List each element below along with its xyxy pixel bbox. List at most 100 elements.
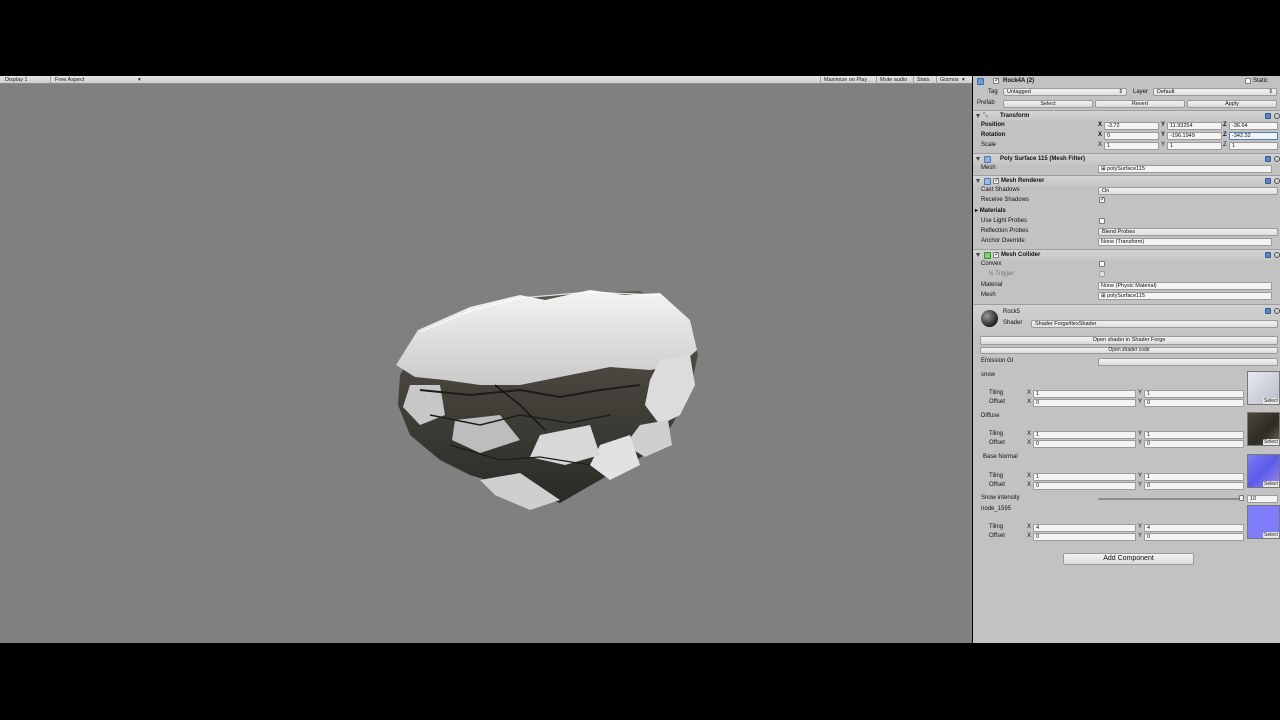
receive-shadows-checkbox[interactable]: ✓: [1099, 197, 1105, 203]
rotation-label: Rotation: [981, 132, 1006, 138]
rotation-y-field[interactable]: -196.1949: [1167, 132, 1222, 140]
snow-offset-x-field[interactable]: 0: [1033, 399, 1136, 407]
material-header[interactable]: Rock5 Shader Shader Forge/itexShader: [973, 304, 1280, 332]
material-help-icon[interactable]: [1265, 308, 1271, 314]
light-probes-checkbox[interactable]: [1099, 218, 1105, 224]
snow-intensity-field[interactable]: 10: [1247, 495, 1278, 503]
normal-offset-x-field[interactable]: 0: [1033, 482, 1136, 490]
rotation-x-field[interactable]: 0: [1104, 132, 1159, 140]
mesh-collider-help-icon[interactable]: [1265, 252, 1271, 258]
rotation-z-field[interactable]: -342.32: [1229, 132, 1278, 140]
normal-tiling-x-field[interactable]: 1: [1033, 473, 1136, 481]
prefab-revert-button[interactable]: Revert: [1095, 100, 1185, 108]
is-trigger-checkbox[interactable]: [1099, 271, 1105, 277]
normal-tiling-y-field[interactable]: 1: [1144, 473, 1244, 481]
snow-texture-label: snow: [981, 372, 996, 378]
diffuse-texture-thumbnail[interactable]: Select: [1247, 412, 1280, 446]
node-texture-thumbnail[interactable]: Select: [1247, 505, 1280, 539]
diffuse-offset-x-field[interactable]: 0: [1033, 440, 1136, 448]
snow-offset-y-field[interactable]: 0: [1144, 399, 1244, 407]
position-y-field[interactable]: 11.93254: [1167, 122, 1222, 130]
gear-icon[interactable]: [1274, 113, 1280, 119]
active-checkbox[interactable]: ✓: [993, 78, 999, 84]
scale-z-field[interactable]: 1: [1229, 142, 1278, 150]
node-select-button[interactable]: Select: [1263, 532, 1279, 538]
collider-material-field[interactable]: None (Physic Material): [1098, 282, 1272, 290]
maximize-on-play-toggle[interactable]: Maximize on Play: [824, 77, 867, 83]
aspect-dropdown[interactable]: Free Aspect: [55, 77, 84, 83]
convex-checkbox[interactable]: [1099, 261, 1105, 267]
mute-audio-toggle[interactable]: Mute audio: [880, 77, 907, 83]
mesh-filter-title: Poly Surface 115 (Mesh Filter): [1000, 156, 1086, 162]
emission-gi-dropdown[interactable]: [1098, 358, 1278, 366]
position-x-field[interactable]: -3.72: [1104, 122, 1159, 130]
mesh-filter-fold-icon[interactable]: [976, 157, 980, 161]
normal-select-button[interactable]: Select: [1263, 481, 1279, 487]
diffuse-offset-y-label: Y: [1138, 440, 1143, 446]
snow-texture-thumbnail[interactable]: Select: [1247, 371, 1280, 405]
shader-dropdown[interactable]: Shader Forge/itexShader: [1031, 320, 1278, 328]
node-tiling-y-field[interactable]: 4: [1144, 524, 1244, 532]
stats-toggle[interactable]: Stats: [917, 77, 930, 83]
node-tiling-x-field[interactable]: 4: [1033, 524, 1136, 532]
mesh-renderer-gear-icon[interactable]: [1274, 178, 1280, 184]
scale-y-field[interactable]: 1: [1167, 142, 1222, 150]
layer-label: Layer: [1133, 89, 1149, 95]
display-dropdown[interactable]: Display 1: [5, 77, 28, 83]
mesh-filter-header[interactable]: Poly Surface 115 (Mesh Filter): [973, 153, 1280, 164]
scale-x-field[interactable]: 1: [1104, 142, 1159, 150]
mesh-field[interactable]: ⊞ polySurface115: [1098, 165, 1272, 173]
material-gear-icon[interactable]: [1274, 308, 1280, 314]
rock-model: [396, 290, 698, 510]
mesh-collider-enabled-checkbox[interactable]: ✓: [993, 252, 999, 258]
mesh-collider-gear-icon[interactable]: [1274, 252, 1280, 258]
gizmos-dropdown[interactable]: Gizmos: [940, 77, 959, 83]
static-checkbox[interactable]: [1245, 78, 1251, 84]
add-component-button[interactable]: Add Component: [1063, 553, 1194, 565]
snow-select-button[interactable]: Select: [1263, 398, 1279, 404]
diffuse-tiling-x-field[interactable]: 1: [1033, 431, 1136, 439]
snow-intensity-slider[interactable]: [1098, 498, 1243, 500]
mesh-renderer-enabled-checkbox[interactable]: ✓: [993, 178, 999, 184]
transform-fold-icon[interactable]: [976, 114, 980, 118]
mesh-collider-header[interactable]: ✓ Mesh Collider: [973, 249, 1280, 260]
tag-dropdown[interactable]: Untagged ⇕: [1003, 88, 1127, 96]
cast-shadows-dropdown[interactable]: On: [1098, 187, 1278, 195]
collider-mesh-field[interactable]: ⊞ polySurface115: [1098, 292, 1272, 300]
open-shader-code-button[interactable]: Open shader code: [980, 347, 1278, 354]
position-z-field[interactable]: -36.64: [1229, 122, 1278, 130]
mesh-renderer-help-icon[interactable]: [1265, 178, 1271, 184]
transform-header[interactable]: ⤡ Transform: [973, 110, 1280, 121]
anchor-override-field[interactable]: None (Transform): [1098, 238, 1272, 246]
collider-mesh-value: polySurface115: [1107, 293, 1145, 299]
diffuse-select-button[interactable]: Select: [1263, 439, 1279, 445]
normal-offset-y-field[interactable]: 0: [1144, 482, 1244, 490]
snow-tiling-y-field[interactable]: 1: [1144, 390, 1244, 398]
help-icon[interactable]: [1265, 113, 1271, 119]
node-tiling-x-label: X: [1027, 524, 1032, 530]
layer-dropdown[interactable]: Default ⇕: [1153, 88, 1277, 96]
snow-intensity-handle[interactable]: [1239, 495, 1244, 501]
mesh-filter-gear-icon[interactable]: [1274, 156, 1280, 162]
base-normal-texture-thumbnail[interactable]: Select: [1247, 454, 1280, 488]
prefab-select-button[interactable]: Select: [1003, 100, 1093, 108]
rotation-x-label: X: [1098, 132, 1103, 138]
mesh-renderer-header[interactable]: ✓ Mesh Renderer: [973, 175, 1280, 186]
game-canvas[interactable]: [0, 85, 972, 643]
materials-label[interactable]: ▸ Materials: [975, 207, 1006, 215]
screen: Display 1 Free Aspect ▾ Maximize on Play…: [0, 0, 1280, 720]
mesh-renderer-fold-icon[interactable]: [976, 179, 980, 183]
open-shader-forge-button[interactable]: Open shader in Shader Forge: [980, 336, 1278, 345]
diffuse-tiling-y-field[interactable]: 1: [1144, 431, 1244, 439]
object-name[interactable]: Rock4A (2): [1003, 77, 1034, 85]
node-offset-x-field[interactable]: 0: [1033, 533, 1136, 541]
mesh-collider-fold-icon[interactable]: [976, 253, 980, 257]
mesh-collider-title: Mesh Collider: [1001, 252, 1041, 258]
position-z-label: Z: [1223, 122, 1227, 128]
node-offset-y-field[interactable]: 0: [1144, 533, 1244, 541]
snow-tiling-x-field[interactable]: 1: [1033, 390, 1136, 398]
prefab-apply-button[interactable]: Apply: [1187, 100, 1277, 108]
diffuse-offset-y-field[interactable]: 0: [1144, 440, 1244, 448]
mesh-filter-help-icon[interactable]: [1265, 156, 1271, 162]
reflection-probes-dropdown[interactable]: Blend Probes: [1098, 228, 1278, 236]
